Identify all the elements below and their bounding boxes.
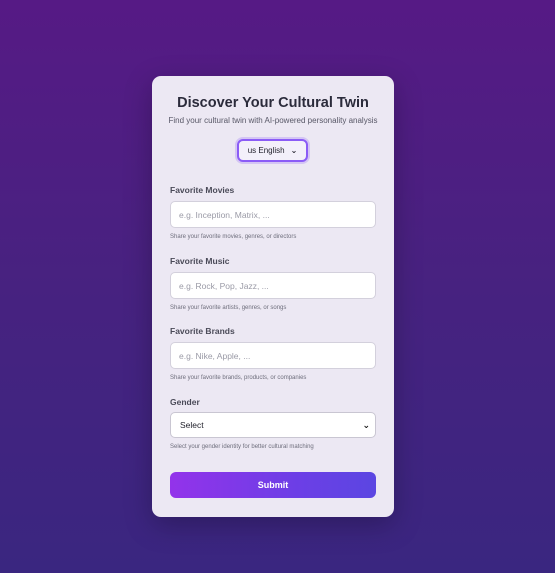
gender-label: Gender <box>170 397 200 407</box>
music-input-placeholder: e.g. Rock, Pop, Jazz, ... <box>179 280 269 291</box>
movies-label: Favorite Movies <box>170 185 235 195</box>
brands-input-placeholder: e.g. Nike, Apple, ... <box>179 350 251 361</box>
language-select[interactable]: us English ⌄ <box>237 139 308 162</box>
chevron-down-icon: ⌄ <box>362 419 370 430</box>
music-input[interactable]: e.g. Rock, Pop, Jazz, ... <box>170 272 376 299</box>
submit-button[interactable]: Submit <box>170 472 376 498</box>
gender-help-text: Select your gender identity for better c… <box>170 444 314 450</box>
page-title: Discover Your Cultural Twin <box>177 95 369 111</box>
movies-input[interactable]: e.g. Inception, Matrix, ... <box>170 201 376 228</box>
gender-select-value: Select <box>180 420 204 430</box>
brands-help-text: Share your favorite brands, products, or… <box>170 375 307 381</box>
movies-help-text: Share your favorite movies, genres, or d… <box>170 234 297 240</box>
music-label: Favorite Music <box>170 256 230 266</box>
cultural-twin-form-card: Discover Your Cultural Twin Find your cu… <box>152 76 394 517</box>
movies-input-placeholder: e.g. Inception, Matrix, ... <box>179 209 270 220</box>
brands-label: Favorite Brands <box>170 326 235 336</box>
language-select-value: us English <box>247 146 285 155</box>
music-help-text: Share your favorite artists, genres, or … <box>170 305 287 311</box>
chevron-down-icon: ⌄ <box>290 146 298 155</box>
brands-input[interactable]: e.g. Nike, Apple, ... <box>170 342 376 369</box>
page-subtitle: Find your cultural twin with AI-powered … <box>168 116 378 125</box>
gender-select[interactable]: Select ⌄ <box>170 412 376 438</box>
